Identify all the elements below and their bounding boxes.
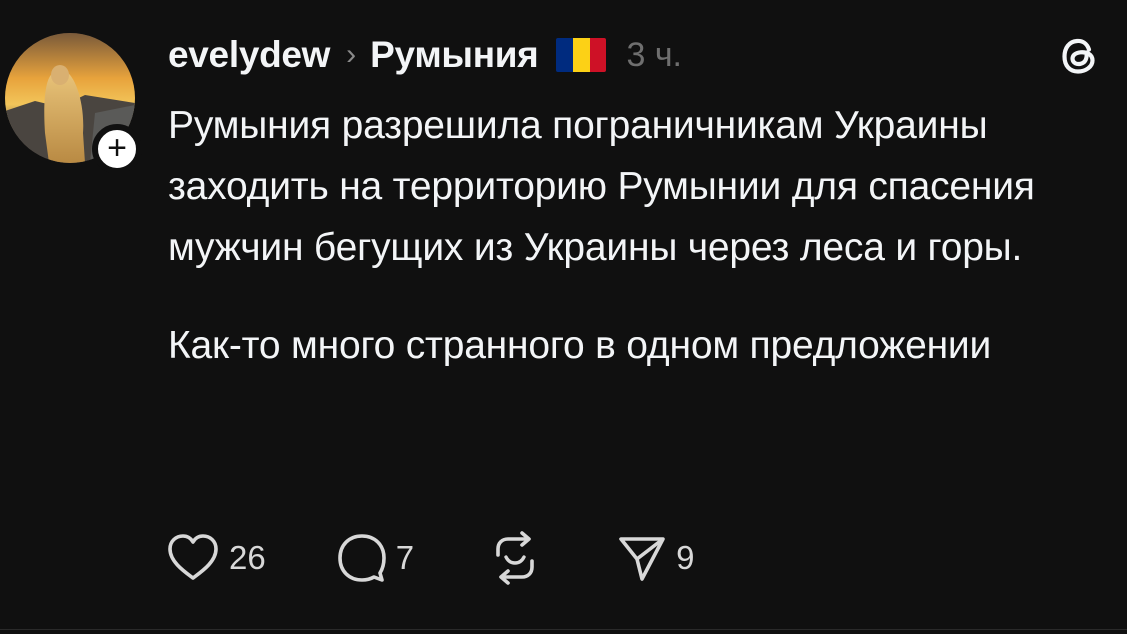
post-header: evelydew › Румыния 3 ч. [168, 28, 682, 82]
heart-icon [168, 534, 218, 580]
post-actions: 26 7 9 [165, 528, 694, 588]
post-timestamp[interactable]: 3 ч. [626, 36, 682, 75]
send-icon [619, 537, 665, 581]
repost-button[interactable] [488, 531, 542, 585]
repost-icon [496, 531, 534, 585]
comment-bubble-icon [337, 534, 386, 582]
thread-post: + evelydew › Румыния 3 ч. Румыния разреш… [0, 0, 1127, 634]
romania-flag-icon [556, 38, 607, 72]
post-body: Румыния разрешила пограничникам Украины … [168, 95, 1118, 376]
like-button[interactable]: 26 [165, 532, 266, 584]
divider [0, 629, 1127, 630]
avatar-container: + [5, 33, 142, 174]
topic-link[interactable]: Румыния [370, 34, 539, 76]
follow-button[interactable]: + [92, 124, 142, 174]
like-count: 26 [229, 539, 266, 576]
share-button[interactable]: 9 [616, 532, 694, 584]
username-link[interactable]: evelydew [168, 34, 330, 76]
flag-stripe-blue [556, 38, 574, 72]
chevron-right-icon: › [346, 38, 357, 71]
threads-logo-icon[interactable] [1056, 32, 1104, 80]
share-count: 9 [676, 539, 695, 576]
post-paragraph: Как-то много странного в одном предложен… [168, 324, 992, 367]
flag-stripe-red [589, 38, 607, 72]
post-paragraph: Румыния разрешила пограничникам Украины … [168, 104, 1035, 269]
reply-button[interactable]: 7 [336, 532, 414, 584]
reply-count: 7 [395, 539, 415, 576]
plus-icon: + [107, 128, 127, 167]
flag-stripe-yellow [573, 38, 590, 72]
